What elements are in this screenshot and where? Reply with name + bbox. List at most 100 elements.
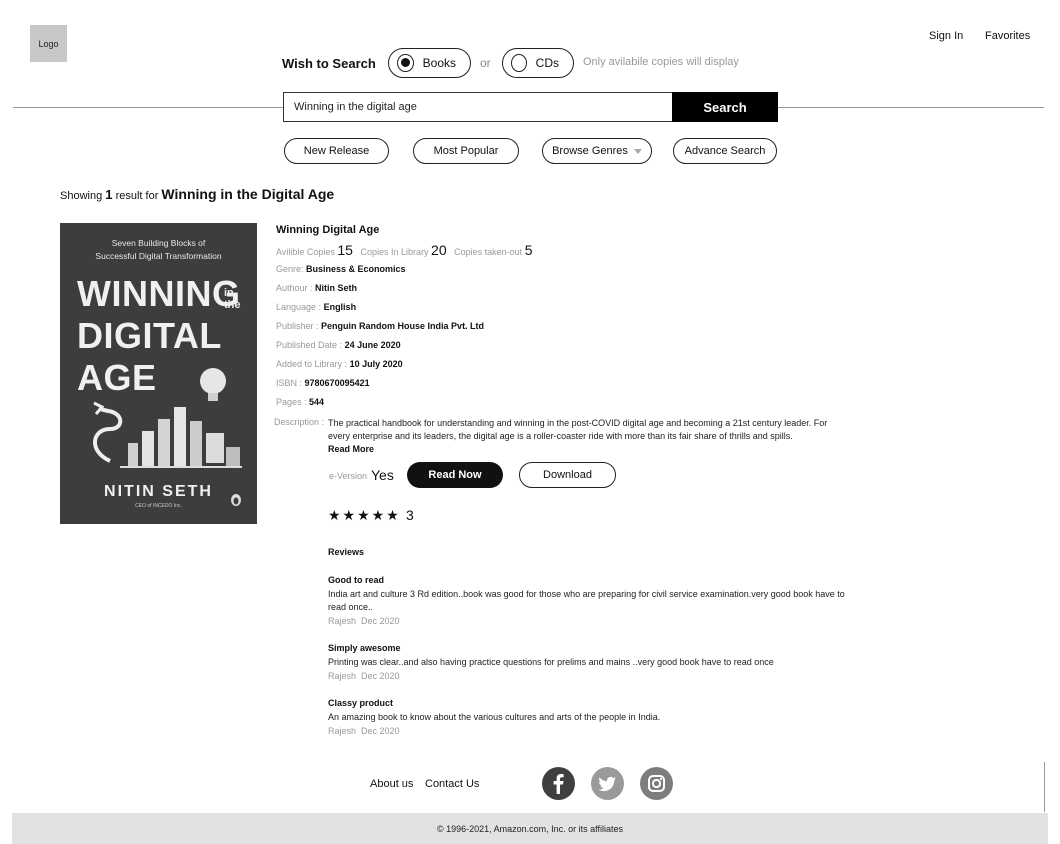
- cover-illustration-icon: [93, 368, 242, 468]
- divider-left: [13, 107, 283, 108]
- review-title: Good to read: [328, 575, 384, 585]
- browse-genres-dropdown[interactable]: Browse Genres: [542, 138, 652, 164]
- description-label: Description :: [274, 417, 325, 427]
- publisher-row: Publisher : Penguin Random House India P…: [276, 321, 484, 331]
- browse-genres-label: Browse Genres: [552, 145, 628, 157]
- cover-in: in: [224, 287, 234, 299]
- sign-in-link[interactable]: Sign In: [929, 30, 963, 42]
- genre-label: Genre:: [276, 264, 304, 274]
- added-row: Added to Library : 10 July 2020: [276, 359, 403, 369]
- results-query: Winning in the Digital Age: [161, 186, 335, 202]
- added-value: 10 July 2020: [349, 359, 403, 369]
- or-text: or: [480, 56, 491, 70]
- facebook-icon[interactable]: [542, 767, 575, 800]
- author-row: Authour : Nitin Seth: [276, 283, 357, 293]
- review-body: An amazing book to know about the variou…: [328, 712, 661, 722]
- in-library-count: 20: [431, 242, 447, 258]
- published-row: Published Date : 24 June 2020: [276, 340, 401, 350]
- cover-in-the: in the: [224, 287, 241, 311]
- availability-note: Only avilabile copies will display: [583, 56, 739, 68]
- pages-row: Pages : 544: [276, 397, 324, 407]
- publisher-label: Publisher :: [276, 321, 319, 331]
- genre-row: Genre: Business & Economics: [276, 264, 406, 274]
- review-date: Dec 2020: [361, 671, 400, 681]
- genre-value: Business & Economics: [306, 264, 406, 274]
- copyright-footer: © 1996-2021, Amazon.com, Inc. or its aff…: [12, 813, 1048, 844]
- cover-the: the: [224, 299, 241, 311]
- most-popular-button[interactable]: Most Popular: [413, 138, 519, 164]
- rating-stars-icon[interactable]: ★★★★★: [328, 507, 401, 524]
- about-us-link[interactable]: About us: [370, 778, 413, 790]
- results-middle: result for: [115, 190, 159, 202]
- available-label: Avilible Copies: [276, 247, 335, 257]
- new-release-button[interactable]: New Release: [284, 138, 389, 164]
- review-meta: Rajesh Dec 2020: [328, 671, 400, 681]
- search-button[interactable]: Search: [672, 92, 778, 122]
- taken-label: Copies taken-out: [454, 247, 523, 257]
- in-library-label: Copies In Library: [360, 247, 429, 257]
- author-value: Nitin Seth: [315, 283, 358, 293]
- read-more-link[interactable]: Read More: [328, 444, 374, 454]
- copies-row: Avilible Copies 15 Copies In Library 20 …: [276, 242, 533, 258]
- review-meta: Rajesh Dec 2020: [328, 726, 400, 736]
- download-button[interactable]: Download: [519, 462, 616, 488]
- cover-subtitle-line1: Seven Building Blocks of: [111, 238, 206, 248]
- author-label: Authour :: [276, 283, 313, 293]
- pages-value: 544: [309, 397, 325, 407]
- publisher-logo-icon: [231, 494, 241, 506]
- taken-count: 5: [524, 242, 533, 258]
- isbn-row: ISBN : 9780670095421: [276, 378, 370, 388]
- published-label: Published Date :: [276, 340, 343, 350]
- books-radio[interactable]: Books: [388, 48, 471, 78]
- instagram-icon[interactable]: [640, 767, 673, 800]
- twitter-icon[interactable]: [591, 767, 624, 800]
- language-row: Language : English: [276, 302, 356, 312]
- review-body: India art and culture 3 Rd edition..book…: [328, 589, 845, 612]
- review-author: Rajesh: [328, 726, 357, 736]
- review-meta: Rajesh Dec 2020: [328, 616, 400, 626]
- radio-unselected-icon: [511, 54, 527, 72]
- review-body: Printing was clear..and also having prac…: [328, 657, 774, 667]
- books-radio-label: Books: [422, 56, 456, 70]
- isbn-value: 9780670095421: [304, 378, 370, 388]
- review-date: Dec 2020: [361, 726, 400, 736]
- language-label: Language :: [276, 302, 322, 312]
- rating-value: 3: [406, 507, 414, 523]
- divider-right: [778, 107, 1044, 108]
- facebook-glyph-icon: [553, 774, 564, 794]
- footer-edge-divider: [1044, 762, 1045, 812]
- contact-us-link[interactable]: Contact Us: [425, 778, 479, 790]
- chevron-down-icon: [633, 148, 642, 154]
- cover-author: NITIN SETH: [104, 483, 213, 500]
- cover-subtitle: Seven Building Blocks of Successful Digi…: [60, 237, 257, 263]
- description-text: The practical handbook for understanding…: [328, 418, 828, 441]
- book-title[interactable]: Winning Digital Age: [276, 224, 379, 236]
- cover-subtitle-line2: Successful Digital Transformation: [95, 251, 222, 261]
- review-title: Simply awesome: [328, 643, 401, 653]
- cover-title-line1: WINNING: [77, 273, 241, 314]
- results-summary: Showing 1 result for Winning in the Digi…: [60, 186, 334, 202]
- wish-to-search-label: Wish to Search: [282, 56, 376, 71]
- pages-label: Pages :: [276, 397, 307, 407]
- advance-search-button[interactable]: Advance Search: [673, 138, 777, 164]
- available-count: 15: [337, 242, 353, 258]
- cds-radio[interactable]: CDs: [502, 48, 574, 78]
- review-title: Classy product: [328, 698, 394, 708]
- book-cover[interactable]: Seven Building Blocks of Successful Digi…: [60, 223, 257, 524]
- search-input[interactable]: [283, 92, 673, 122]
- cover-author-caption: CEO of INCEDO Inc.: [135, 503, 182, 509]
- published-value: 24 June 2020: [344, 340, 401, 350]
- review-date: Dec 2020: [361, 616, 400, 626]
- isbn-label: ISBN :: [276, 378, 303, 388]
- results-prefix: Showing: [60, 190, 103, 202]
- instagram-glyph-icon: [648, 775, 665, 792]
- added-label: Added to Library :: [276, 359, 348, 369]
- radio-selected-icon: [397, 54, 414, 72]
- language-value: English: [323, 302, 357, 312]
- review-author: Rajesh: [328, 616, 357, 626]
- results-count: 1: [105, 187, 113, 202]
- logo[interactable]: Logo: [30, 25, 67, 62]
- eversion-label: e-Version: [329, 471, 368, 481]
- read-now-button[interactable]: Read Now: [407, 462, 503, 488]
- favorites-link[interactable]: Favorites: [985, 30, 1030, 42]
